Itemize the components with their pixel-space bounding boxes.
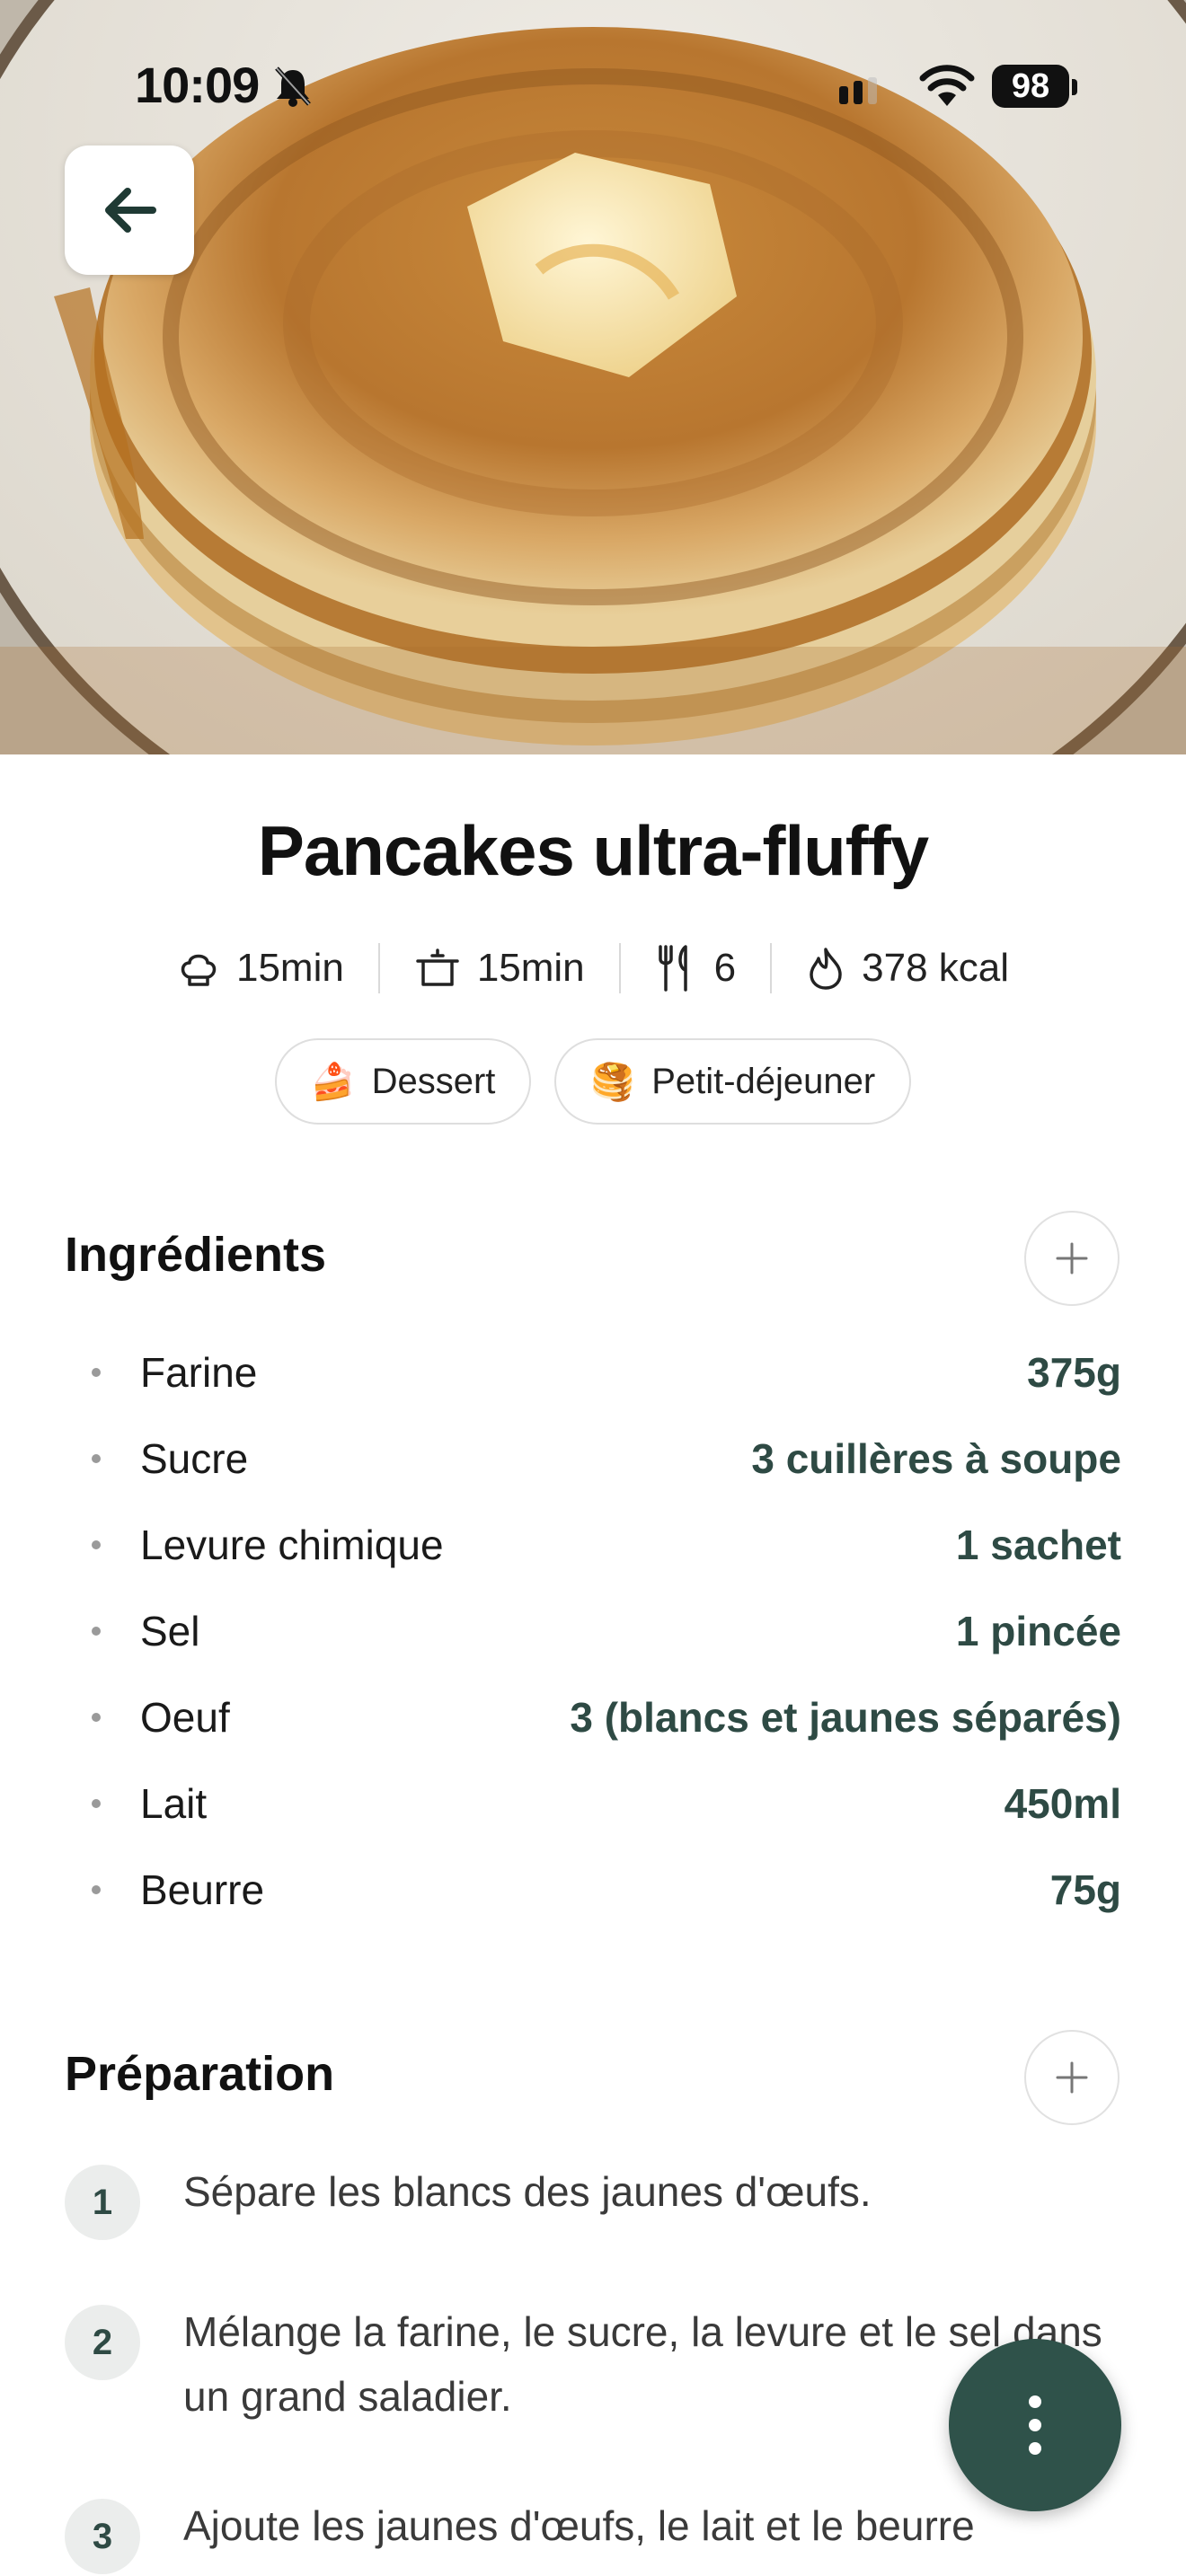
tag-dessert[interactable]: 🍰 Dessert: [274, 1038, 532, 1125]
step-item: 1 Sépare les blancs des jaunes d'œufs.: [65, 2159, 1121, 2299]
add-ingredient-button[interactable]: [1024, 1211, 1120, 1306]
bullet: [92, 1627, 101, 1636]
step-item: 3 Ajoute les jaunes d'œufs, le lait et l…: [65, 2493, 1121, 2574]
battery-indicator: 98: [992, 65, 1069, 108]
ingredient-list: Farine 375g Sucre 3 cuillères à soupe Le…: [65, 1329, 1121, 1933]
servings: 6: [621, 945, 770, 992]
more-vertical-icon: [1029, 2395, 1041, 2455]
recipe-meta: 15min 15min 6 378 kcal: [0, 941, 1186, 995]
utensils-icon: [658, 945, 687, 992]
cook-time-value: 15min: [476, 946, 585, 990]
ingredient-quantity: 450ml: [1004, 1780, 1121, 1827]
ingredient-quantity: 1 sachet: [955, 1522, 1121, 1568]
recipe-title: Pancakes ultra-fluffy: [257, 811, 929, 890]
ingredient-row: Levure chimique 1 sachet: [65, 1502, 1121, 1588]
bullet: [92, 1368, 101, 1377]
bell-muted-icon: [275, 66, 311, 107]
prep-time: 15min: [143, 946, 378, 991]
ingredient-row: Farine 375g: [65, 1329, 1121, 1416]
recipe-tags: 🍰 Dessert 🥞 Petit-déjeuner: [0, 1038, 1186, 1125]
battery-level: 98: [1011, 66, 1050, 105]
prep-time-value: 15min: [235, 946, 344, 990]
battery-cap: [1072, 79, 1077, 95]
ingredient-quantity: 3 (blancs et jaunes séparés): [570, 1694, 1121, 1741]
plus-icon: [1056, 2061, 1088, 2094]
ingredient-name: Beurre: [140, 1866, 265, 1913]
ingredient-row: Sel 1 pincée: [65, 1588, 1121, 1674]
servings-value: 6: [713, 946, 737, 990]
add-step-button[interactable]: [1024, 2030, 1120, 2125]
ingredient-name: Oeuf: [140, 1694, 230, 1741]
plus-icon: [1056, 1242, 1088, 1275]
tag-label: Dessert: [371, 1061, 496, 1101]
wifi-icon: [919, 65, 975, 106]
cook-time: 15min: [380, 946, 619, 991]
more-options-button[interactable]: [949, 2339, 1121, 2511]
breakfast-icon: 🥞: [590, 1062, 636, 1102]
ingredient-row: Sucre 3 cuillères à soupe: [65, 1416, 1121, 1502]
tag-breakfast[interactable]: 🥞 Petit-déjeuner: [554, 1038, 912, 1125]
preparation-title: Préparation: [65, 2047, 335, 2101]
ingredients-title: Ingrédients: [65, 1228, 327, 1282]
ingredient-name: Farine: [140, 1349, 258, 1396]
flame-icon: [810, 948, 842, 990]
calories: 378 kcal: [772, 946, 1043, 991]
ingredient-name: Lait: [140, 1780, 208, 1827]
arrow-left-icon: [105, 188, 156, 233]
cellular-signal-icon: [839, 77, 877, 104]
calories-value: 378 kcal: [862, 946, 1010, 990]
ingredient-name: Levure chimique: [140, 1522, 444, 1568]
back-button[interactable]: [65, 146, 194, 275]
ingredient-row: Lait 450ml: [65, 1760, 1121, 1847]
bullet: [92, 1454, 101, 1463]
preparation-steps: 1 Sépare les blancs des jaunes d'œufs. 2…: [65, 2159, 1121, 2574]
ingredient-row: Oeuf 3 (blancs et jaunes séparés): [65, 1674, 1121, 1760]
bullet: [92, 1540, 101, 1549]
step-text: Ajoute les jaunes d'œufs, le lait et le …: [183, 2502, 975, 2549]
ingredient-name: Sel: [140, 1608, 200, 1654]
tag-label: Petit-déjeuner: [651, 1061, 876, 1101]
step-number: 1: [65, 2165, 140, 2240]
ingredient-quantity: 75g: [1049, 1866, 1121, 1913]
step-text: Sépare les blancs des jaunes d'œufs.: [183, 2168, 872, 2215]
cake-icon: 🍰: [310, 1062, 356, 1102]
ingredient-quantity: 3 cuillères à soupe: [751, 1435, 1121, 1482]
bullet: [92, 1799, 101, 1808]
step-number: 2: [65, 2305, 140, 2380]
ingredient-quantity: 375g: [1027, 1349, 1121, 1396]
step-number: 3: [65, 2499, 140, 2574]
status-bar: 10:09 98: [0, 0, 1186, 171]
ingredient-quantity: 1 pincée: [955, 1608, 1121, 1654]
chef-hat-icon: [181, 954, 217, 986]
ingredient-name: Sucre: [140, 1435, 249, 1482]
cooking-pot-icon: [416, 948, 459, 986]
status-time: 10:09: [135, 57, 260, 113]
ingredient-row: Beurre 75g: [65, 1847, 1121, 1933]
bullet: [92, 1885, 101, 1894]
bullet: [92, 1713, 101, 1722]
